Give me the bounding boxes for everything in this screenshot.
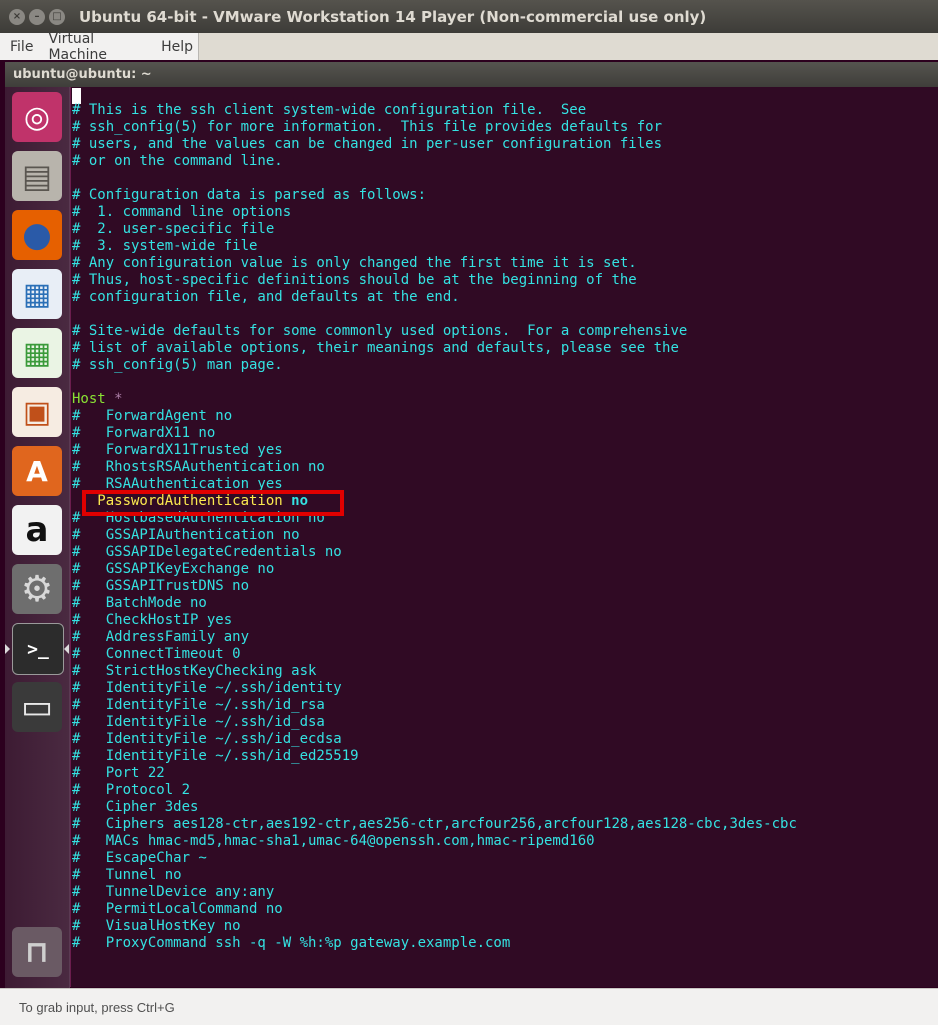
launcher-item-amazon[interactable]: a — [12, 505, 62, 555]
launcher-item-software-center[interactable]: A — [12, 446, 62, 496]
config-line: # MACs hmac-md5,hmac-sha1,umac-64@openss… — [72, 833, 595, 849]
launcher-item-writer[interactable]: ▦ — [12, 269, 62, 319]
config-line: # ForwardX11Trusted yes — [72, 442, 283, 458]
config-line: # TunnelDevice any:any — [72, 884, 275, 900]
firefox-icon: ● — [22, 215, 52, 255]
ubuntu-dash-icon: ◎ — [23, 99, 51, 135]
calc-icon: ▦ — [22, 335, 52, 371]
config-line — [72, 170, 797, 187]
launcher-item-trash[interactable]: ⊓ — [12, 927, 62, 977]
launcher-item-dash[interactable]: ◎ — [12, 92, 62, 142]
config-line: # IdentityFile ~/.ssh/id_dsa — [72, 714, 325, 730]
config-line — [72, 306, 797, 323]
config-line: # list of available options, their meani… — [72, 340, 679, 356]
amazon-icon: a — [25, 510, 49, 550]
config-line: # StrictHostKeyChecking ask — [72, 663, 317, 679]
terminal-title-bar: ubuntu@ubuntu: ~ — [5, 62, 938, 87]
config-line: # 1. command line options — [72, 204, 292, 220]
config-line: # Ciphers aes128-ctr,aes192-ctr,aes256-c… — [72, 816, 797, 832]
launcher-item-settings[interactable]: ⚙ — [12, 564, 62, 614]
config-line: # VisualHostKey no — [72, 918, 241, 934]
config-line: # ssh_config(5) for more information. Th… — [72, 119, 663, 135]
config-line: # IdentityFile ~/.ssh/id_rsa — [72, 697, 325, 713]
host-line: Host * — [72, 391, 797, 408]
config-line: # GSSAPIAuthentication no — [72, 527, 300, 543]
minimize-icon[interactable]: – — [29, 8, 45, 25]
config-line: # GSSAPIKeyExchange no — [72, 561, 275, 577]
menu-group: File Virtual Machine Help — [0, 31, 199, 63]
menu-virtual-machine[interactable]: Virtual Machine — [43, 31, 151, 63]
trash-icon: ⊓ — [25, 934, 49, 970]
config-line: # AddressFamily any — [72, 629, 250, 645]
menu-file[interactable]: File — [5, 39, 38, 55]
config-line: # IdentityFile ~/.ssh/identity — [72, 680, 342, 696]
terminal-title: ubuntu@ubuntu: ~ — [13, 67, 152, 82]
config-line: # GSSAPIDelegateCredentials no — [72, 544, 342, 560]
launcher-item-firefox[interactable]: ● — [12, 210, 62, 260]
config-line: # Cipher 3des — [72, 799, 199, 815]
config-line: # BatchMode no — [72, 595, 207, 611]
software-center-icon: A — [26, 454, 48, 488]
config-line: # ConnectTimeout 0 — [72, 646, 241, 662]
window-controls: × – □ — [9, 8, 65, 25]
config-line: # Tunnel no — [72, 867, 182, 883]
config-line: # Any configuration value is only change… — [72, 255, 637, 271]
config-line: # PermitLocalCommand no — [72, 901, 283, 917]
menu-bar: File Virtual Machine Help — [0, 31, 938, 63]
config-line — [72, 374, 797, 391]
config-line: # 2. user-specific file — [72, 221, 275, 237]
config-line: # This is the ssh client system-wide con… — [72, 102, 587, 118]
launcher-item-impress[interactable]: ▣ — [12, 387, 62, 437]
window-title: Ubuntu 64-bit - VMware Workstation 14 Pl… — [79, 7, 707, 26]
unity-launcher: ◎ ▤ ● ▦ ▦ ▣ A a ⚙ >_ ▭ ⊓ — [5, 87, 70, 988]
config-line: # CheckHostIP yes — [72, 612, 233, 628]
config-line: # ForwardX11 no — [72, 425, 216, 441]
config-line: # ForwardAgent no — [72, 408, 233, 424]
save-disk-icon: ▭ — [20, 687, 54, 727]
config-line: # ProxyCommand ssh -q -W %h:%p gateway.e… — [72, 935, 511, 951]
launcher-item-save[interactable]: ▭ — [12, 682, 62, 732]
writer-icon: ▦ — [22, 276, 52, 312]
config-line: # RhostsRSAAuthentication no — [72, 459, 325, 475]
system-settings-icon: ⚙ — [20, 568, 54, 610]
active-indicator-right — [64, 644, 69, 654]
config-line: # Configuration data is parsed as follow… — [72, 187, 427, 203]
host-pattern: * — [105, 391, 123, 407]
launcher-item-files[interactable]: ▤ — [12, 151, 62, 201]
status-text: To grab input, press Ctrl+G — [19, 999, 175, 1015]
config-file-lines: # This is the ssh client system-wide con… — [72, 102, 797, 952]
config-line: # users, and the values can be changed i… — [72, 136, 663, 152]
impress-icon: ▣ — [22, 394, 52, 430]
launcher-item-calc[interactable]: ▦ — [12, 328, 62, 378]
active-indicator-left — [5, 644, 10, 654]
highlight-box — [82, 490, 344, 516]
config-line: # EscapeChar ~ — [72, 850, 207, 866]
maximize-icon[interactable]: □ — [49, 8, 65, 25]
config-line: # Thus, host-specific definitions should… — [72, 272, 637, 288]
close-icon[interactable]: × — [9, 8, 25, 25]
config-line: # GSSAPITrustDNS no — [72, 578, 250, 594]
config-line: # Port 22 — [72, 765, 165, 781]
config-line: # Protocol 2 — [72, 782, 191, 798]
menu-help[interactable]: Help — [156, 39, 198, 55]
status-bar: To grab input, press Ctrl+G — [0, 988, 938, 1025]
config-line: # 3. system-wide file — [72, 238, 258, 254]
config-line: # or on the command line. — [72, 153, 283, 169]
host-keyword: Host — [72, 391, 106, 407]
terminal-icon: >_ — [27, 638, 49, 660]
config-line: # configuration file, and defaults at th… — [72, 289, 460, 305]
config-line: # IdentityFile ~/.ssh/id_ecdsa — [72, 731, 342, 747]
files-icon: ▤ — [21, 157, 53, 195]
vmware-title-bar: × – □ Ubuntu 64-bit - VMware Workstation… — [0, 0, 938, 33]
config-line: # ssh_config(5) man page. — [72, 357, 283, 373]
launcher-item-terminal[interactable]: >_ — [12, 623, 64, 675]
config-line: # Site-wide defaults for some commonly u… — [72, 323, 688, 339]
config-line: # IdentityFile ~/.ssh/id_ed25519 — [72, 748, 359, 764]
